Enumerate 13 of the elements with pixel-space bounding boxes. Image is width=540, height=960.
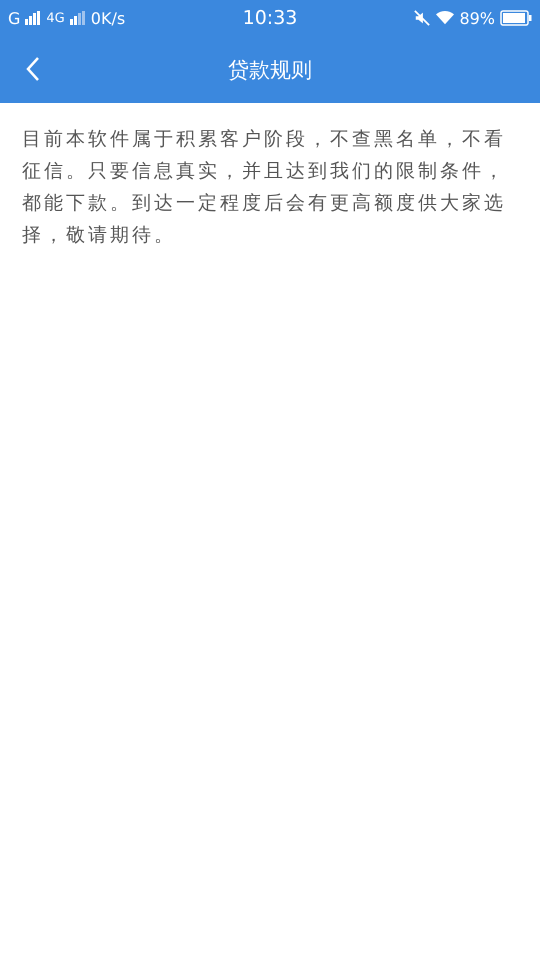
signal-icon — [25, 11, 42, 25]
signal-icon — [70, 11, 86, 25]
wifi-icon — [436, 10, 454, 26]
speed-label: 0K/s — [90, 8, 126, 28]
rules-paragraph: 目前本软件属于积累客户阶段，不查黑名单，不看征信。只要信息真实，并且达到我们的限制条件，都能下款。到达一定程度后会有更高额度供大家选择，敬请期待。 — [21, 127, 507, 248]
network-label: 4G — [46, 10, 65, 26]
time-label: 10:33 — [242, 7, 298, 29]
battery-label: 89% — [459, 8, 495, 28]
back-icon — [26, 56, 40, 82]
mute-icon — [413, 10, 432, 26]
battery-icon — [500, 10, 532, 26]
page-title: 贷款规则 — [228, 56, 312, 84]
carrier-label: G — [8, 8, 20, 28]
